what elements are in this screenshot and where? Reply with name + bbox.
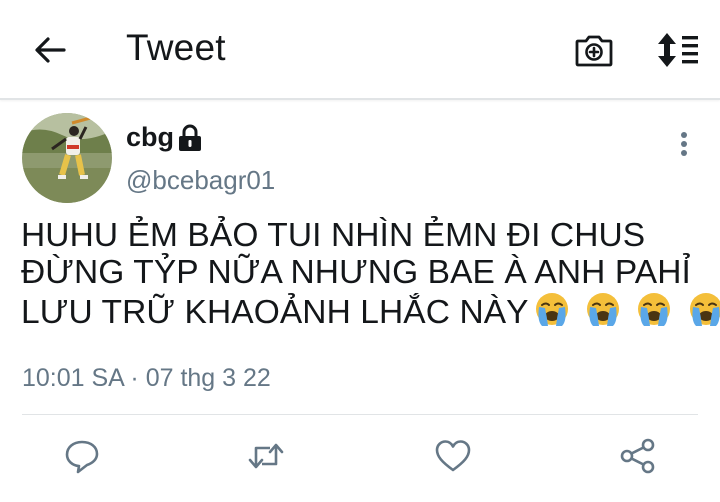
sort-lines-icon bbox=[658, 33, 698, 67]
loudly-crying-face-emoji bbox=[535, 293, 568, 326]
avatar[interactable] bbox=[22, 113, 112, 203]
reply-icon bbox=[65, 440, 99, 474]
retweet-button[interactable] bbox=[246, 436, 286, 476]
retweet-icon bbox=[248, 443, 284, 469]
emoji-group bbox=[533, 291, 720, 329]
like-button[interactable] bbox=[433, 436, 473, 476]
top-app-bar: Tweet bbox=[0, 0, 720, 100]
tweet-text: HUHU ẺM BẢO TUI NHÌN ẺMN ĐI CHUS ĐỪNG TỶ… bbox=[21, 217, 720, 332]
tweet-text-line: LƯU TRỮ KHAOẢNH LHẮC NÀY bbox=[21, 291, 720, 332]
camera-plus-icon bbox=[575, 35, 613, 67]
loudly-crying-face-emoji bbox=[689, 293, 720, 326]
reply-button[interactable] bbox=[62, 436, 102, 476]
tweet-timestamp: 10:01 SA · 07 thg 3 22 bbox=[22, 364, 271, 392]
back-button[interactable] bbox=[28, 28, 72, 72]
loudly-crying-face-emoji bbox=[638, 293, 671, 326]
heart-icon bbox=[435, 440, 471, 472]
user-handle[interactable]: @bcebagr01 bbox=[126, 165, 275, 196]
sort-button[interactable] bbox=[652, 30, 700, 70]
tweet-text-line: HUHU ẺM BẢO TUI NHÌN ẺMN ĐI CHUS bbox=[21, 217, 646, 254]
arrow-left-icon bbox=[35, 37, 66, 63]
camera-button[interactable] bbox=[574, 30, 614, 70]
more-options-button[interactable] bbox=[670, 126, 698, 162]
divider bbox=[22, 414, 698, 415]
share-icon bbox=[620, 438, 655, 474]
display-name[interactable]: cbg bbox=[126, 122, 174, 153]
more-vertical-icon bbox=[681, 132, 687, 156]
tweet-text-line: ĐỪNG TỶP NỮA NHƯNG BAE À ANH PAHỈ bbox=[21, 253, 691, 291]
lock-icon bbox=[176, 124, 204, 152]
loudly-crying-face-emoji bbox=[587, 293, 620, 326]
avatar-image bbox=[22, 113, 112, 203]
tweet-text-segment: LƯU TRỮ KHAOẢNH LHẮC NÀY bbox=[21, 294, 529, 331]
share-button[interactable] bbox=[618, 436, 658, 476]
screen-title: Tweet bbox=[126, 27, 226, 68]
